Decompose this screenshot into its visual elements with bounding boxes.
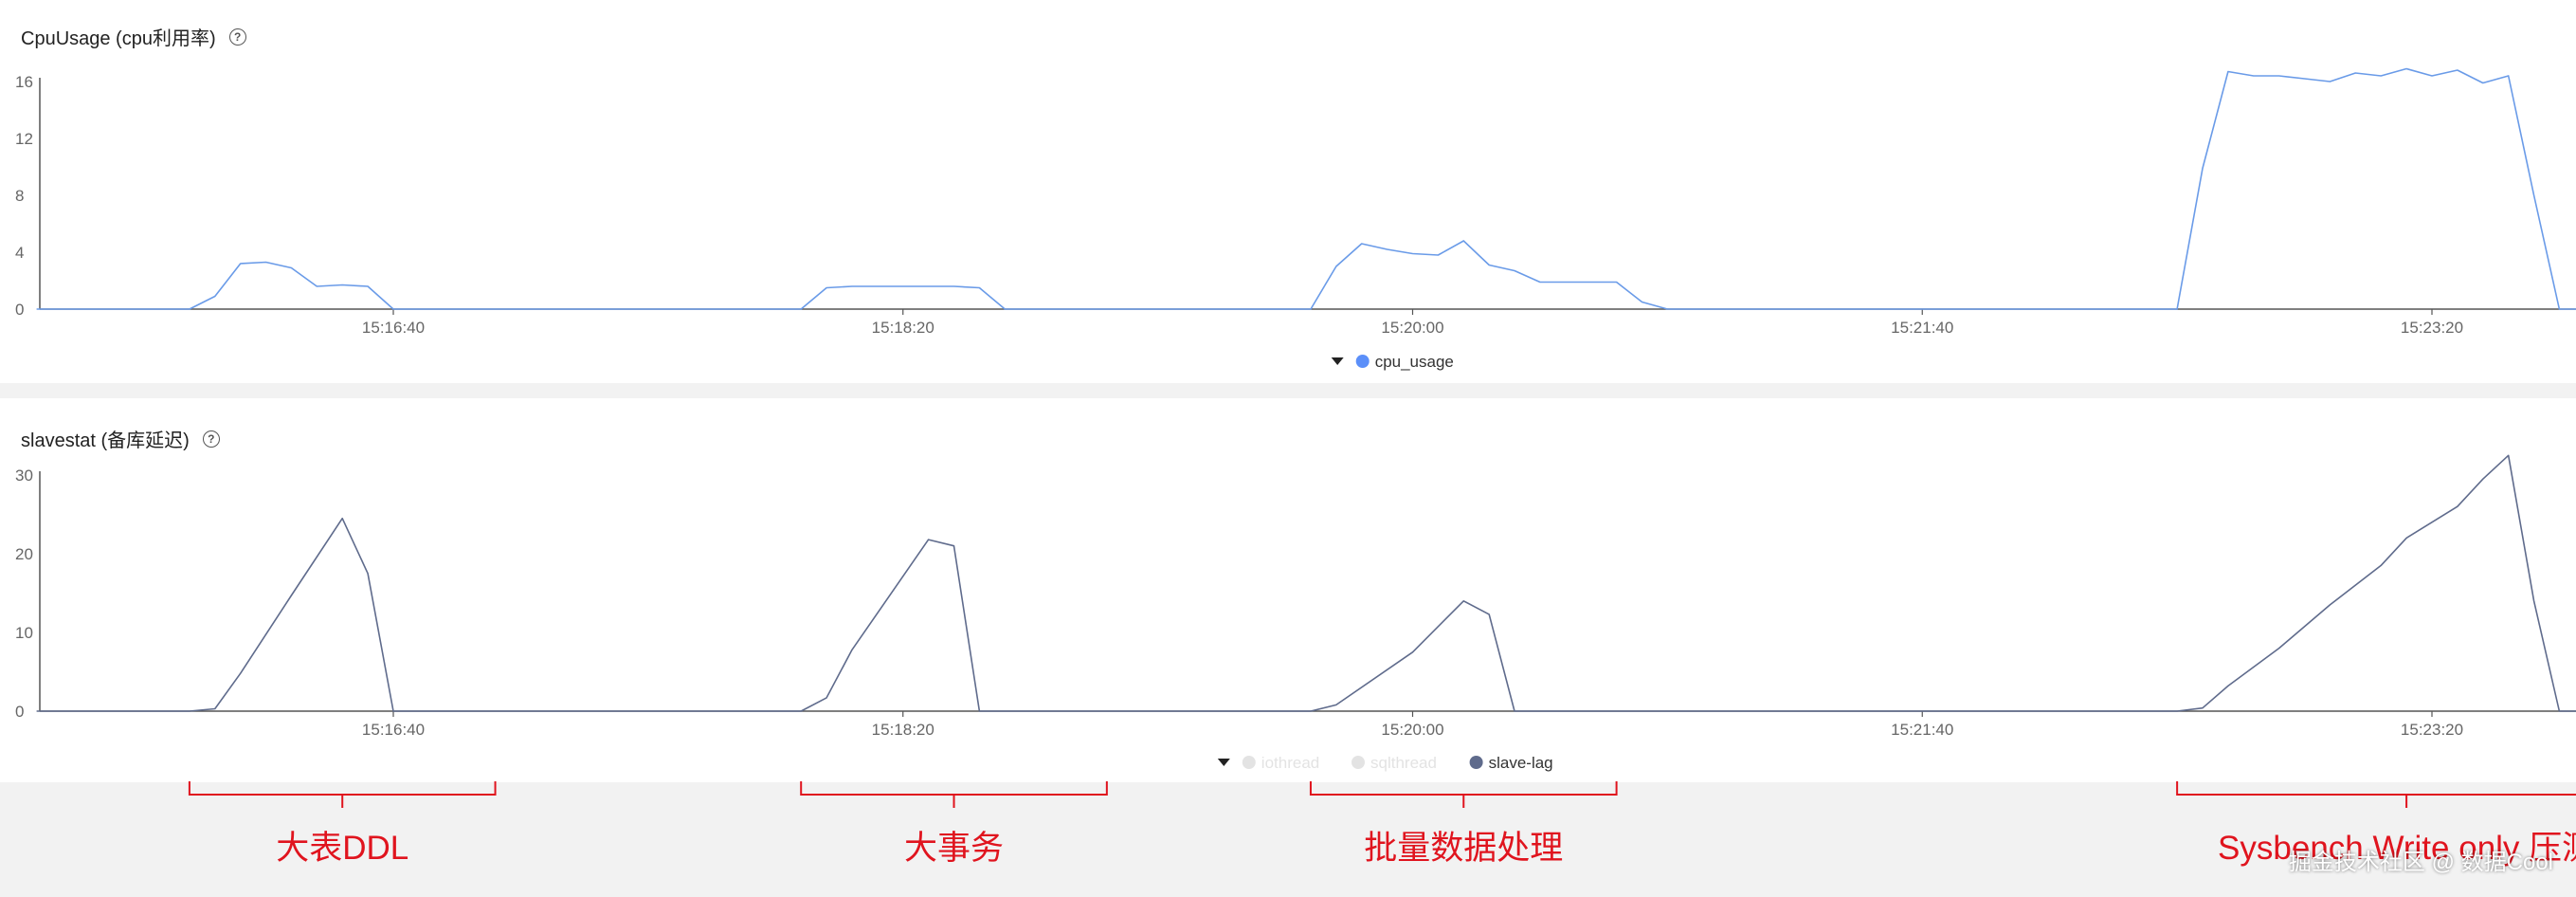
- y-tick-label: 10: [15, 624, 33, 642]
- slave-lag-chart: 0 10 20 30 15:16:40 15:18:20 15:20:00 15:21:40 1…: [15, 454, 2576, 772]
- y-tick-label: 20: [15, 545, 33, 563]
- y-tick-label: 16: [15, 73, 33, 91]
- legend-marker-iothread[interactable]: [1242, 756, 1256, 769]
- y-tick-label: 12: [15, 130, 33, 148]
- legend-label-sqlthread[interactable]: sqlthread: [1370, 754, 1437, 772]
- y-tick-label: 8: [15, 187, 24, 205]
- x-tick-label: 15:16:40: [362, 721, 425, 739]
- y-tick-label: 4: [15, 244, 24, 262]
- annotation-area: [0, 782, 2576, 897]
- watermark: 掘金技术社区 @ 数据Cool: [2288, 850, 2553, 875]
- x-tick-label: 15:20:00: [1381, 721, 1443, 739]
- legend-marker-slave-lag[interactable]: [1469, 756, 1483, 769]
- x-tick-label: 15:18:20: [872, 721, 934, 739]
- x-tick-label: 15:16:40: [362, 319, 425, 337]
- x-tick-label: 15:20:00: [1381, 319, 1443, 337]
- legend-label-slave-lag[interactable]: slave-lag: [1489, 754, 1553, 772]
- cpu-usage-panel: CpuUsage (cpu利用率) ? 0 4 8 12 16 15:16:40 15:18…: [0, 0, 2576, 383]
- legend-marker-cpu_usage[interactable]: [1355, 355, 1370, 368]
- x-tick-label: 15:23:20: [2401, 319, 2463, 337]
- y-tick-label: 0: [15, 301, 24, 319]
- x-tick-label: 15:23:20: [2401, 721, 2463, 739]
- legend-toggle-caret-icon[interactable]: [1217, 759, 1230, 766]
- x-tick-label: 15:21:40: [1891, 721, 1953, 739]
- series-line-slave-lag: [36, 454, 2576, 712]
- series-line-cpu_usage: [36, 67, 2576, 310]
- slave-lag-panel: slavestat (备库延迟) ? 0 10 20 30 15:16:40 15:18:…: [0, 398, 2576, 782]
- cpu-usage-chart: 0 4 8 12 16 15:16:40 15:18:20 15:20:00 15:21:40 1…: [15, 67, 2576, 371]
- legend-toggle-caret-icon[interactable]: [1331, 357, 1344, 365]
- x-tick-label: 15:21:40: [1891, 319, 1953, 337]
- y-tick-label: 30: [15, 467, 33, 485]
- legend-label-iothread[interactable]: iothread: [1261, 754, 1319, 772]
- y-tick-label: 0: [15, 703, 24, 721]
- legend-marker-sqlthread[interactable]: [1351, 756, 1365, 769]
- x-tick-label: 15:18:20: [872, 319, 934, 337]
- legend-label-cpu_usage[interactable]: cpu_usage: [1375, 353, 1454, 371]
